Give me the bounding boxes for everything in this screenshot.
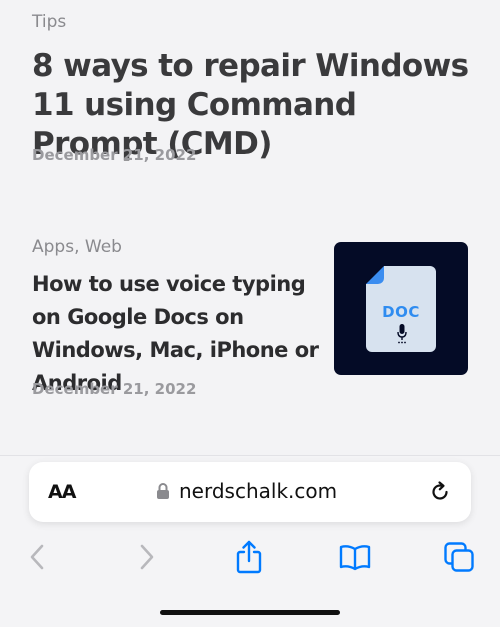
lock-icon	[157, 483, 169, 499]
article-date: December 21, 2022	[32, 146, 197, 164]
article-category[interactable]: Apps, Web	[32, 237, 122, 257]
microphone-icon	[397, 324, 407, 344]
doc-label: DOC	[382, 303, 420, 321]
forward-icon	[140, 544, 154, 570]
tabs-icon	[444, 542, 474, 572]
article-thumbnail[interactable]: DOC	[334, 242, 468, 375]
tabs-button[interactable]	[439, 537, 479, 577]
share-icon	[236, 540, 262, 574]
document-icon: DOC	[366, 266, 436, 352]
article-date: December 21, 2022	[32, 380, 197, 398]
back-button[interactable]	[18, 537, 58, 577]
reload-icon[interactable]	[428, 480, 452, 504]
home-indicator	[160, 610, 340, 615]
article-category[interactable]: Tips	[32, 12, 66, 32]
page-content: Tips 8 ways to repair Windows 11 using C…	[0, 0, 500, 455]
bookmarks-button[interactable]	[335, 537, 375, 577]
address-bar[interactable]: AA nerdschalk.com	[29, 462, 471, 522]
share-button[interactable]	[229, 537, 269, 577]
text-size-label: AA	[48, 481, 76, 503]
forward-button[interactable]	[126, 537, 166, 577]
text-size-button[interactable]: AA	[48, 481, 76, 503]
bookmarks-icon	[339, 545, 371, 571]
url-host[interactable]: nerdschalk.com	[179, 479, 337, 503]
back-icon	[30, 544, 44, 570]
